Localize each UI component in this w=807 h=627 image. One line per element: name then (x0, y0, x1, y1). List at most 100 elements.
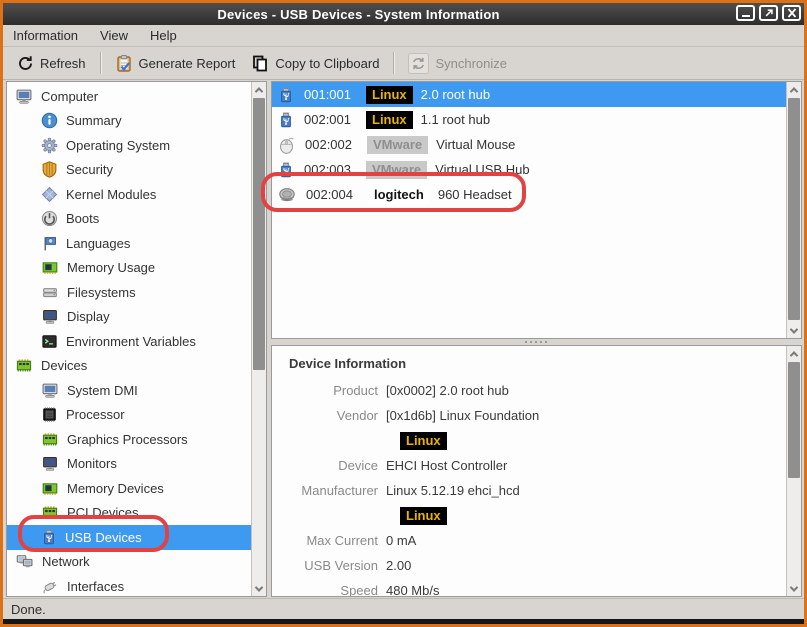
generate-report-label: Generate Report (139, 56, 236, 71)
copy-to-clipboard-button[interactable]: Copy to Clipboard (243, 50, 387, 77)
network-icon (15, 553, 34, 570)
info-label: Vendor (278, 408, 378, 423)
sidebar-item-environment-variables[interactable]: Environment Variables (7, 329, 251, 354)
sidebar-item-languages[interactable]: Languages (7, 231, 251, 256)
sidebar-item-operating-system[interactable]: Operating System (7, 133, 251, 158)
usb-device-list: 001:001Linux2.0 root hub002:001Linux1.1 … (271, 81, 802, 339)
window-bottom-edge (3, 619, 804, 624)
menu-information[interactable]: Information (13, 28, 78, 43)
sidebar-item-label: USB Devices (65, 530, 142, 545)
drive-icon (41, 284, 59, 301)
minimize-button[interactable] (736, 5, 755, 21)
usb-bus-id: 002:002 (305, 137, 367, 152)
usb-icon (41, 528, 57, 546)
vendor-badge: VMware (367, 136, 428, 154)
usb-bus-id: 002:001 (304, 112, 366, 127)
info-value: 0 mA (386, 533, 416, 548)
sidebar-item-filesystems[interactable]: Filesystems (7, 280, 251, 305)
list-scrollbar[interactable] (786, 82, 801, 338)
monitor-icon (41, 455, 59, 472)
sidebar-item-label: Boots (66, 211, 99, 226)
sidebar-item-devices[interactable]: Devices (7, 354, 251, 379)
sidebar-item-graphics-processors[interactable]: Graphics Processors (7, 427, 251, 452)
usb-bus-id: 001:001 (304, 87, 366, 102)
refresh-label: Refresh (40, 56, 86, 71)
sidebar-item-processor[interactable]: Processor (7, 403, 251, 428)
usb-row-001-001[interactable]: 001:001Linux2.0 root hub (272, 82, 786, 107)
content-area: 001:001Linux2.0 root hub002:001Linux1.1 … (271, 81, 802, 597)
plug-icon (41, 578, 59, 595)
sidebar-item-memory-devices[interactable]: Memory Devices (7, 476, 251, 501)
sidebar-item-usb-devices[interactable]: USB Devices (7, 525, 251, 550)
shield-icon (41, 161, 58, 178)
vendor-badge: VMware (366, 161, 427, 179)
info-label: Device (278, 458, 378, 473)
sidebar-item-label: Monitors (67, 456, 117, 471)
sidebar-item-label: PCI Devices (67, 505, 139, 520)
info-label: Max Current (278, 533, 378, 548)
sidebar-item-security[interactable]: Security (7, 158, 251, 183)
sidebar-item-interfaces[interactable]: Interfaces (7, 574, 251, 596)
close-button[interactable] (782, 5, 801, 21)
scroll-down-icon[interactable] (787, 581, 801, 596)
titlebar[interactable]: Devices - USB Devices - System Informati… (3, 3, 804, 25)
chip-icon (15, 357, 33, 374)
toolbar: Refresh Generate Report Copy to Clipboar… (3, 47, 804, 80)
info-value: [0x1d6b] Linux Foundation (386, 408, 539, 423)
scrollbar-thumb[interactable] (788, 362, 800, 478)
info-row: Linux (278, 428, 786, 453)
sidebar-item-label: Display (67, 309, 110, 324)
sidebar-item-memory-usage[interactable]: Memory Usage (7, 256, 251, 281)
scroll-down-icon[interactable] (252, 581, 266, 596)
computer-icon (15, 88, 33, 105)
sidebar-item-kernel-modules[interactable]: Kernel Modules (7, 182, 251, 207)
sidebar-item-label: Summary (66, 113, 122, 128)
device-info-title: Device Information (278, 356, 786, 371)
info-row: ManufacturerLinux 5.12.19 ehci_hcd (278, 478, 786, 503)
sidebar-item-pci-devices[interactable]: PCI Devices (7, 501, 251, 526)
app-window: Devices - USB Devices - System Informati… (0, 0, 807, 627)
synchronize-button[interactable]: Synchronize (400, 49, 515, 78)
usb-row-002-001[interactable]: 002:001Linux1.1 root hub (272, 107, 786, 132)
usb-row-002-002[interactable]: 002:002VMwareVirtual Mouse (272, 132, 786, 157)
status-bar: Done. (3, 598, 804, 619)
memory-chip-icon (41, 480, 59, 497)
refresh-button[interactable]: Refresh (9, 51, 94, 76)
chip-icon (41, 431, 59, 448)
toolbar-separator (100, 52, 101, 74)
sidebar-item-boots[interactable]: Boots (7, 207, 251, 232)
usb-icon (278, 86, 294, 104)
maximize-button[interactable] (759, 5, 778, 21)
info-scrollbar[interactable] (786, 346, 801, 596)
generate-report-button[interactable]: Generate Report (107, 50, 244, 77)
info-row: Product[0x0002] 2.0 root hub (278, 378, 786, 403)
menu-view[interactable]: View (100, 28, 128, 43)
sidebar-item-network[interactable]: Network (7, 550, 251, 575)
close-icon (786, 8, 798, 18)
scroll-up-icon[interactable] (787, 82, 801, 97)
memory-chip-icon (41, 259, 59, 276)
info-label: Product (278, 383, 378, 398)
usb-row-002-003[interactable]: 002:003VMwareVirtual USB Hub (272, 157, 786, 182)
copy-icon (251, 54, 269, 73)
sidebar-item-system-dmi[interactable]: System DMI (7, 378, 251, 403)
sidebar-item-monitors[interactable]: Monitors (7, 452, 251, 477)
sidebar-item-label: Computer (41, 89, 98, 104)
sidebar-item-summary[interactable]: Summary (7, 109, 251, 134)
menu-help[interactable]: Help (150, 28, 177, 43)
sidebar-item-label: Graphics Processors (67, 432, 188, 447)
sidebar-item-display[interactable]: Display (7, 305, 251, 330)
info-icon (41, 112, 58, 129)
info-row: Max Current 0 mA (278, 528, 786, 553)
sidebar-item-computer[interactable]: Computer (7, 84, 251, 109)
status-text: Done. (11, 602, 46, 617)
sidebar: Computer Summary Operating SystemSecurityK… (6, 81, 267, 597)
scroll-up-icon[interactable] (252, 82, 266, 97)
usb-row-002-004[interactable]: 002:004logitech960 Headset (272, 182, 786, 207)
scroll-down-icon[interactable] (787, 323, 801, 338)
scroll-up-icon[interactable] (787, 346, 801, 361)
scrollbar-thumb[interactable] (788, 98, 800, 320)
scrollbar-thumb[interactable] (253, 98, 265, 370)
toolbar-separator (393, 52, 394, 74)
sidebar-scrollbar[interactable] (251, 82, 266, 596)
